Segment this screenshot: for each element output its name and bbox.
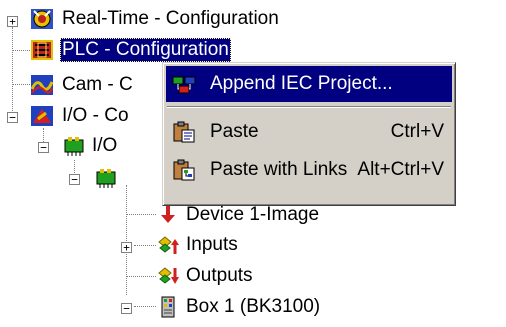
device-image-icon [161, 206, 175, 223]
device-icon [96, 169, 116, 188]
tree-item-plc-configuration[interactable]: PLC - Configuration [0, 38, 300, 64]
tree-item-inputs[interactable]: + Inputs [0, 233, 300, 259]
paste-icon [173, 121, 195, 143]
plc-config-icon [31, 40, 53, 60]
menu-item-label: Paste with Links [210, 159, 348, 180]
cam-config-icon [30, 75, 54, 95]
menu-item-label: Append IEC Project... [210, 73, 393, 94]
menu-item-label: Paste [210, 121, 259, 142]
tree-item-label: Outputs [186, 265, 253, 286]
collapse-icon[interactable]: − [69, 174, 80, 185]
collapse-icon[interactable]: − [7, 112, 18, 123]
tree-item-label: I/O [92, 135, 118, 156]
menu-separator [167, 106, 451, 108]
tree-item-label: I/O - Co [62, 105, 129, 126]
tree-item-label: Real-Time - Configuration [62, 8, 279, 29]
menu-item-paste[interactable]: Paste Ctrl+V [166, 114, 452, 150]
append-iec-project-icon [172, 76, 196, 94]
collapse-icon[interactable]: − [121, 303, 132, 314]
menu-item-shortcut: Alt+Ctrl+V [357, 159, 444, 180]
realtime-config-icon [31, 9, 53, 29]
expand-icon[interactable]: + [7, 16, 18, 27]
tree-item-outputs[interactable]: Outputs [0, 264, 300, 290]
expand-icon[interactable]: + [121, 242, 132, 253]
menu-item-shortcut: Ctrl+V [390, 121, 444, 142]
tree-item-label: Inputs [186, 234, 238, 255]
collapse-icon[interactable]: − [38, 142, 49, 153]
context-menu: Append IEC Project... Paste Ctrl+V Paste… [162, 62, 456, 206]
tree-item-label: Cam - C [62, 74, 133, 95]
tree-item-label: Device 1-Image [186, 204, 320, 225]
inputs-icon [158, 236, 179, 254]
tree-item-realtime-configuration[interactable]: + Real-Time - Configuration [0, 7, 300, 33]
menu-item-append-iec-project[interactable]: Append IEC Project... [166, 66, 452, 102]
io-config-icon [31, 106, 53, 126]
outputs-icon [158, 267, 179, 284]
menu-item-paste-with-links[interactable]: Paste with Links Alt+Ctrl+V [166, 152, 452, 188]
tree-item-device-image[interactable]: Device 1-Image [0, 203, 320, 229]
box-icon [161, 296, 175, 318]
tree-item-label: Box 1 (BK3100) [186, 296, 321, 317]
paste-with-links-icon [173, 159, 195, 181]
tree-item-label: PLC - Configuration [60, 38, 231, 62]
tree-item-box-1[interactable]: − Box 1 (BK3100) [0, 295, 340, 321]
io-devices-icon [64, 137, 84, 156]
